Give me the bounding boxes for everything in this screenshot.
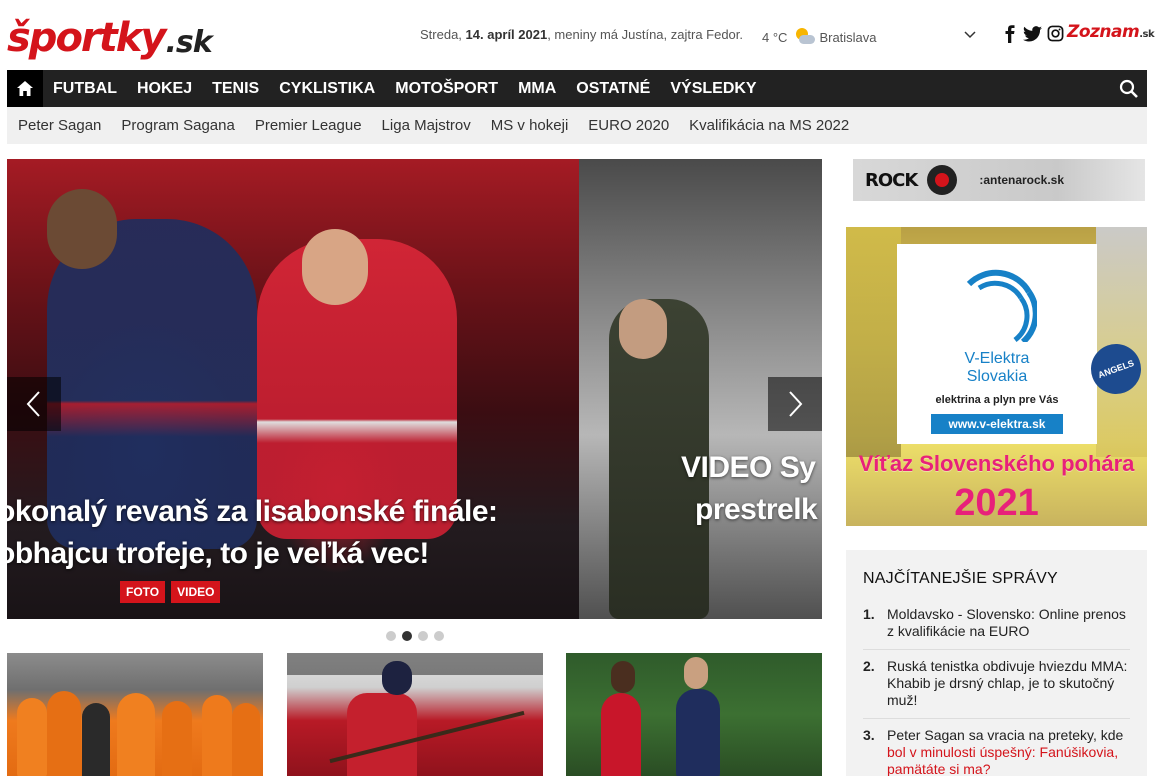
tag-foto[interactable]: FOTO [120, 581, 166, 603]
zoznam-suffix: .sk [1139, 29, 1155, 40]
sub-nav: Peter Sagan Program Sagana Premier Leagu… [7, 107, 1147, 144]
article-thumbnail-floorball[interactable] [7, 653, 263, 776]
v-elektra-logo-icon [966, 269, 1037, 342]
slide-headline-line2: obhajcu trofeje, to je veľká vec! [7, 537, 429, 570]
player-head [47, 189, 117, 269]
weather-widget[interactable]: 4 °C Bratislava [762, 27, 877, 47]
ad-brand-line1: V-Elektra [964, 350, 1030, 367]
zoznam-logo[interactable]: Zoznam.sk [1067, 22, 1155, 42]
most-read-link[interactable]: Ruská tenistka obdivuje hviezdu MMA: Kha… [887, 658, 1130, 709]
slider-dots [386, 631, 444, 641]
zoznam-text: Zoznam [1067, 22, 1140, 42]
logo-main: športky [7, 15, 166, 61]
nav-item-motosport[interactable]: MOTOŠPORT [385, 70, 508, 107]
subnav-item-premier-league[interactable]: Premier League [245, 117, 372, 134]
partly-cloudy-icon [791, 27, 816, 47]
ad-card: V-Elektra Slovakia elektrina a plyn pre … [897, 244, 1097, 444]
slide-headline[interactable]: okonalý revanš za lisabonské finále: obh… [7, 491, 579, 575]
most-read-box: NAJČÍTANEJŠIE SPRÁVY 1. Moldavsko - Slov… [846, 550, 1147, 776]
facebook-icon[interactable] [1000, 24, 1019, 43]
date-prefix: Streda, [420, 27, 466, 42]
most-read-link[interactable]: Moldavsko - Slovensko: Online prenos z k… [887, 606, 1130, 640]
search-icon[interactable] [1119, 79, 1139, 99]
slider-dot[interactable] [434, 631, 444, 641]
most-read-link[interactable]: Peter Sagan sa vracia na preteky, kde bo… [887, 727, 1130, 776]
nav-item-futbal[interactable]: FUTBAL [43, 70, 127, 107]
nameday-text: , meniny má Justína, zajtra Fedor. [547, 27, 744, 42]
main-nav: FUTBAL HOKEJ TENIS CYKLISTIKA MOTOŠPORT … [7, 70, 1147, 113]
home-icon [17, 81, 33, 96]
weather-city: Bratislava [819, 29, 877, 45]
slider-prev-button[interactable] [7, 377, 61, 431]
chevron-down-icon[interactable] [963, 27, 977, 41]
ad-tagline: elektrina a plyn pre Vás [935, 394, 1059, 406]
most-read-number: 1. [863, 606, 875, 622]
site-logo[interactable]: športky .sk [7, 8, 213, 61]
subnav-item-ms-v-hokeji[interactable]: MS v hokeji [481, 117, 579, 134]
ad-brand: V-Elektra Slovakia [965, 350, 1030, 386]
radio-banner[interactable]: ROCK :antenarock.sk [853, 159, 1145, 201]
home-button[interactable] [7, 70, 43, 113]
instagram-icon[interactable] [1046, 24, 1065, 43]
radio-url: :antenarock.sk [979, 173, 1065, 187]
nav-item-mma[interactable]: MMA [508, 70, 566, 107]
slide-next-headline-line1: VIDEO Sy [681, 451, 816, 484]
chevron-right-icon [789, 391, 803, 417]
nav-item-tenis[interactable]: TENIS [202, 70, 269, 107]
ad-headline: Víťaz Slovenského pohára [858, 451, 1135, 476]
subnav-item-liga-majstrov[interactable]: Liga Majstrov [372, 117, 481, 134]
most-read-item[interactable]: 1. Moldavsko - Slovensko: Online prenos … [863, 606, 1130, 650]
temperature: 4 °C [762, 29, 788, 45]
most-read-number: 2. [863, 658, 875, 674]
subnav-item-program-sagana[interactable]: Program Sagana [111, 117, 244, 134]
logo-suffix: .sk [165, 25, 212, 60]
article-thumbnail-football[interactable] [566, 653, 822, 776]
coach-head [619, 299, 667, 359]
slider-dot[interactable] [386, 631, 396, 641]
ad-brand-line2: Slovakia [966, 368, 1028, 385]
subnav-item-kvalifikacia[interactable]: Kvalifikácia na MS 2022 [679, 117, 859, 134]
subnav-item-euro-2020[interactable]: EURO 2020 [578, 117, 679, 134]
nav-item-ostatne[interactable]: OSTATNÉ [566, 70, 660, 107]
nav-item-cyklistika[interactable]: CYKLISTIKA [269, 70, 385, 107]
tag-video[interactable]: VIDEO [171, 581, 221, 603]
slide-tags: FOTO VIDEO [120, 581, 221, 603]
play-icon[interactable] [927, 165, 958, 195]
twitter-icon[interactable] [1023, 24, 1042, 43]
featured-slider: okonalý revanš za lisabonské finále: obh… [7, 159, 822, 619]
slider-dot-active[interactable] [402, 631, 412, 641]
chevron-left-icon [26, 391, 40, 417]
most-read-link-text: Peter Sagan sa vracia na preteky, kde [887, 727, 1124, 743]
slide-headline-line1: okonalý revanš za lisabonské finále: [7, 495, 498, 528]
date-line: Streda, 14. apríl 2021, meniny má Justín… [420, 27, 743, 42]
ad-url-button[interactable]: www.v-elektra.sk [930, 414, 1064, 434]
most-read-item[interactable]: 2. Ruská tenistka obdivuje hviezdu MMA: … [863, 658, 1130, 719]
date-value: 14. apríl 2021 [465, 27, 548, 42]
social-links [1000, 24, 1065, 43]
slider-next-button[interactable] [768, 377, 822, 431]
most-read-title: NAJČÍTANEJŠIE SPRÁVY [863, 570, 1058, 587]
player-head [302, 229, 368, 305]
nav-item-vysledky[interactable]: VÝSLEDKY [660, 70, 766, 107]
nav-item-hokej[interactable]: HOKEJ [127, 70, 202, 107]
most-read-item[interactable]: 3. Peter Sagan sa vracia na preteky, kde… [863, 727, 1130, 776]
slide-next-headline-line2: prestrelk [695, 493, 818, 526]
slide-main[interactable]: okonalý revanš za lisabonské finále: obh… [7, 159, 579, 619]
subnav-item-peter-sagan[interactable]: Peter Sagan [8, 117, 111, 134]
most-read-number: 3. [863, 727, 875, 743]
radio-logo: ROCK [865, 169, 918, 191]
advertisement-banner[interactable]: V-Elektra Slovakia elektrina a plyn pre … [846, 227, 1147, 526]
top-header: športky .sk Streda, 14. apríl 2021, meni… [0, 0, 1161, 70]
ad-year: 2021 [954, 482, 1039, 524]
article-thumbnail-hockey[interactable] [287, 653, 543, 776]
most-read-link-highlight: bol v minulosti úspešný: Fanúšikovia, pa… [887, 744, 1119, 776]
slider-dot[interactable] [418, 631, 428, 641]
slide-next-headline: VIDEO Sy prestrelk [681, 447, 818, 531]
